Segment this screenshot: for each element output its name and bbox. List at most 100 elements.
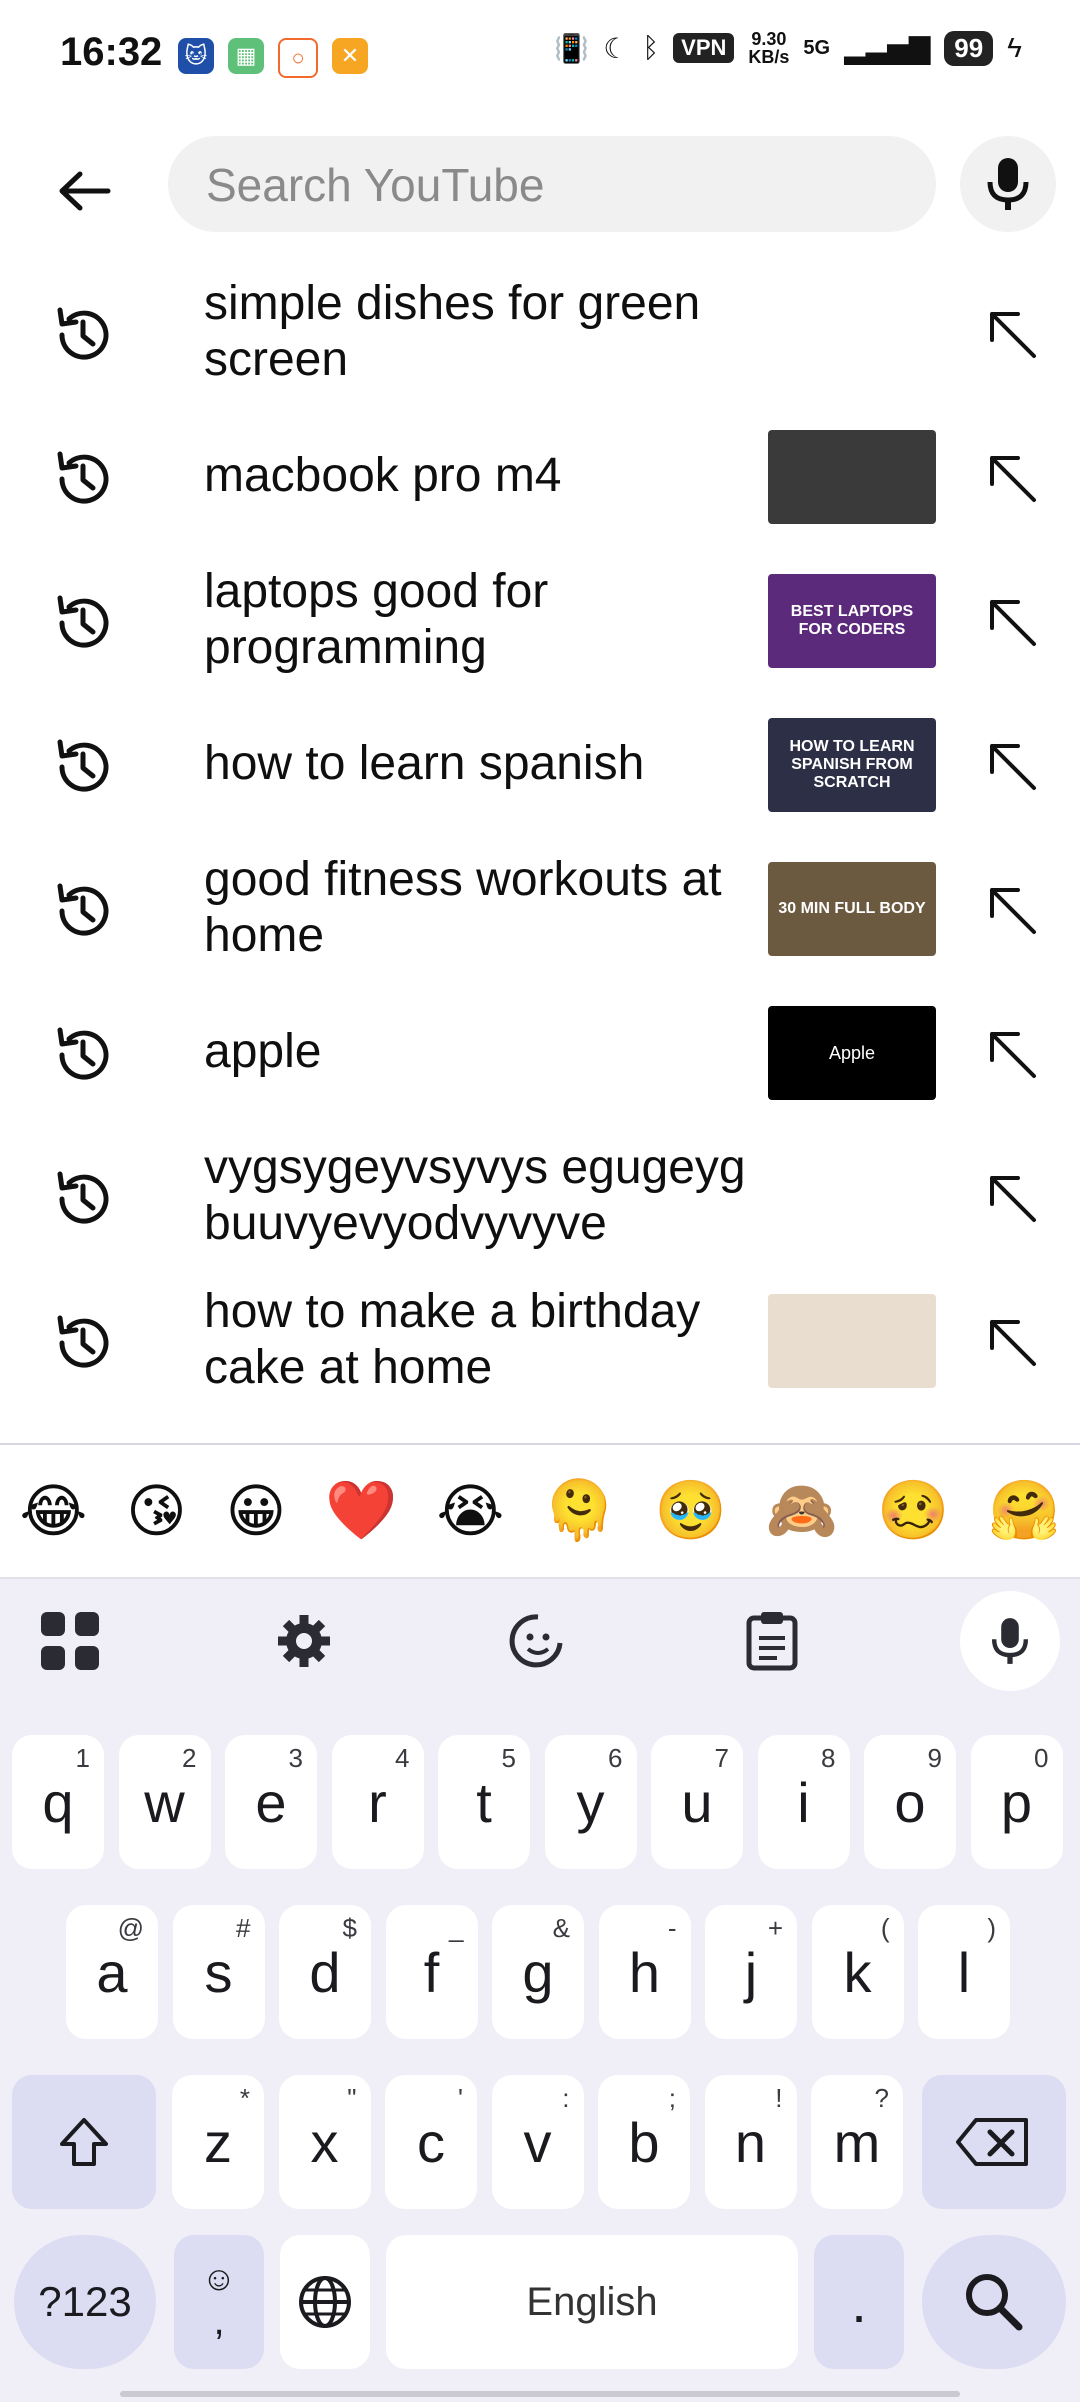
key-z[interactable]: z * [172, 2075, 264, 2209]
emoji-suggestion[interactable]: 🤗 [988, 1477, 1060, 1545]
emoji-suggestion[interactable]: 🥴 [877, 1477, 949, 1545]
voice-search-button[interactable] [960, 136, 1056, 232]
emoji-suggestion[interactable]: ❤️ [325, 1477, 397, 1545]
suggestion-row[interactable]: apple Apple [0, 980, 1080, 1124]
fill-query-button[interactable] [978, 1020, 1048, 1090]
symbols-key[interactable]: ?123 [14, 2235, 156, 2369]
emoji-comma-key[interactable]: ☺ , [174, 2235, 264, 2369]
suggestion-list: simple dishes for green screen macbook pr… [0, 260, 1080, 1443]
emoji-suggestion[interactable]: 😭 [437, 1477, 505, 1545]
fill-query-button[interactable] [978, 1308, 1048, 1378]
video-thumbnail[interactable]: BEST LAPTOPS FOR CODERS [768, 574, 936, 668]
key-l[interactable]: l) [918, 1905, 1010, 2039]
key-k[interactable]: k( [811, 1905, 904, 2039]
emoji-suggestion[interactable]: 🫠 [543, 1477, 615, 1545]
key-q[interactable]: q1 [12, 1735, 104, 1869]
key-letter: p [1000, 1770, 1033, 1834]
emoji-suggestion[interactable]: 😂 [20, 1477, 88, 1545]
suggestion-row[interactable]: how to learn spanish HOW TO LEARN SPANISH… [0, 692, 1080, 836]
key-p[interactable]: p0 [970, 1735, 1063, 1869]
gesture-navigation-bar[interactable] [120, 2391, 960, 2397]
fill-query-button[interactable] [978, 876, 1048, 946]
key-x[interactable]: x " [278, 2075, 371, 2209]
key-d[interactable]: d $ [279, 1905, 371, 2039]
key-g[interactable]: g & [492, 1905, 584, 2039]
suggestion-row[interactable]: how to make a birthday cake at home [0, 1268, 1080, 1412]
video-thumbnail[interactable] [768, 430, 936, 524]
emoji-suggestion[interactable]: 🥹 [655, 1477, 727, 1545]
search-key[interactable] [922, 2235, 1066, 2369]
key-letter: l [957, 1940, 971, 2004]
key-letter: u [681, 1770, 713, 1834]
shift-key[interactable] [12, 2075, 156, 2209]
key-hint: 1 [75, 1743, 90, 1773]
history-icon [57, 739, 109, 792]
back-button[interactable] [50, 156, 120, 226]
video-thumbnail[interactable]: 30 MIN FULL BODY [768, 862, 936, 956]
key-r[interactable]: r4 [331, 1735, 424, 1869]
history-icon [57, 595, 109, 648]
key-hint: 7 [714, 1743, 729, 1773]
key-letter: z [204, 2110, 232, 2174]
suggestion-row[interactable]: vygsygeyvsyvys egugeyg buuvyevyodvyvyve [0, 1124, 1080, 1268]
smiley-icon: ☺ [201, 2260, 237, 2298]
backspace-icon [956, 2118, 1028, 2166]
keyboard-voice-button[interactable] [960, 1591, 1060, 1691]
fill-query-arrow-icon [990, 312, 1036, 358]
history-icon [57, 451, 109, 504]
key-f[interactable]: f _ [385, 1905, 478, 2039]
moon-icon: ☾ [603, 32, 629, 64]
key-j[interactable]: j + [705, 1905, 797, 2039]
key-m[interactable]: m? [811, 2075, 903, 2209]
key-c[interactable]: c ' [385, 2075, 477, 2209]
clipboard-button[interactable] [732, 1601, 812, 1681]
key-e[interactable]: e3 [225, 1735, 317, 1869]
suggestion-row[interactable]: laptops good for programming BEST LAPTOPS… [0, 548, 1080, 692]
video-thumbnail[interactable] [768, 1294, 936, 1388]
search-input[interactable] [204, 136, 908, 234]
key-n[interactable]: n! [704, 2075, 797, 2209]
backspace-key[interactable] [922, 2075, 1066, 2209]
key-letter: w [144, 1770, 185, 1834]
key-b[interactable]: b; [598, 2075, 690, 2209]
key-v[interactable]: v: [491, 2075, 584, 2209]
key-i[interactable]: i8 [757, 1735, 850, 1869]
fill-query-button[interactable] [978, 588, 1048, 658]
space-key[interactable]: English [386, 2235, 798, 2369]
thumbnail-caption: Apple [828, 1043, 876, 1063]
signal-icon: ▂▃▅▇ [844, 32, 931, 64]
key-w[interactable]: w2 [118, 1735, 211, 1869]
fill-query-button[interactable] [978, 1164, 1048, 1234]
suggestion-row[interactable]: simple dishes for green screen [0, 260, 1080, 404]
network-speed: 9.30 KB/s [748, 29, 790, 67]
search-header [0, 130, 1080, 250]
search-box[interactable] [168, 136, 936, 234]
apps-grid-button[interactable] [30, 1601, 110, 1681]
emoji-suggestion[interactable]: 😘 [126, 1477, 186, 1545]
video-thumbnail[interactable]: Apple [768, 1006, 936, 1100]
key-t[interactable]: t5 [438, 1735, 530, 1869]
emoji-suggestion[interactable]: 😀 [226, 1477, 286, 1545]
fill-query-button[interactable] [978, 732, 1048, 802]
fill-query-button[interactable] [978, 300, 1048, 370]
key-s[interactable]: s # [172, 1905, 265, 2039]
period-key[interactable]: . [814, 2235, 904, 2369]
key-a[interactable]: a @ [66, 1905, 158, 2039]
suggestion-row[interactable]: good fitness workouts at home 30 MIN FULL… [0, 836, 1080, 980]
fill-query-button[interactable] [978, 444, 1048, 514]
emoji-suggestion[interactable]: 🙈 [766, 1477, 838, 1545]
key-y[interactable]: y6 [544, 1735, 637, 1869]
key-o[interactable]: o9 [864, 1735, 956, 1869]
emoji-button[interactable] [498, 1601, 578, 1681]
key-letter: o [894, 1770, 926, 1834]
key-letter: e [255, 1770, 287, 1834]
language-key[interactable] [280, 2235, 370, 2369]
keyboard-toolbar [0, 1577, 1080, 1707]
key-h[interactable]: h- [598, 1905, 691, 2039]
notification-icons: 🐱 ▦ ○ ✕ [178, 38, 368, 78]
key-u[interactable]: u7 [651, 1735, 743, 1869]
suggestion-row[interactable]: macbook pro m4 [0, 404, 1080, 548]
circle-app-icon: ○ [278, 38, 318, 78]
video-thumbnail[interactable]: HOW TO LEARN SPANISH FROM SCRATCH [768, 718, 936, 812]
settings-button[interactable] [264, 1601, 344, 1681]
